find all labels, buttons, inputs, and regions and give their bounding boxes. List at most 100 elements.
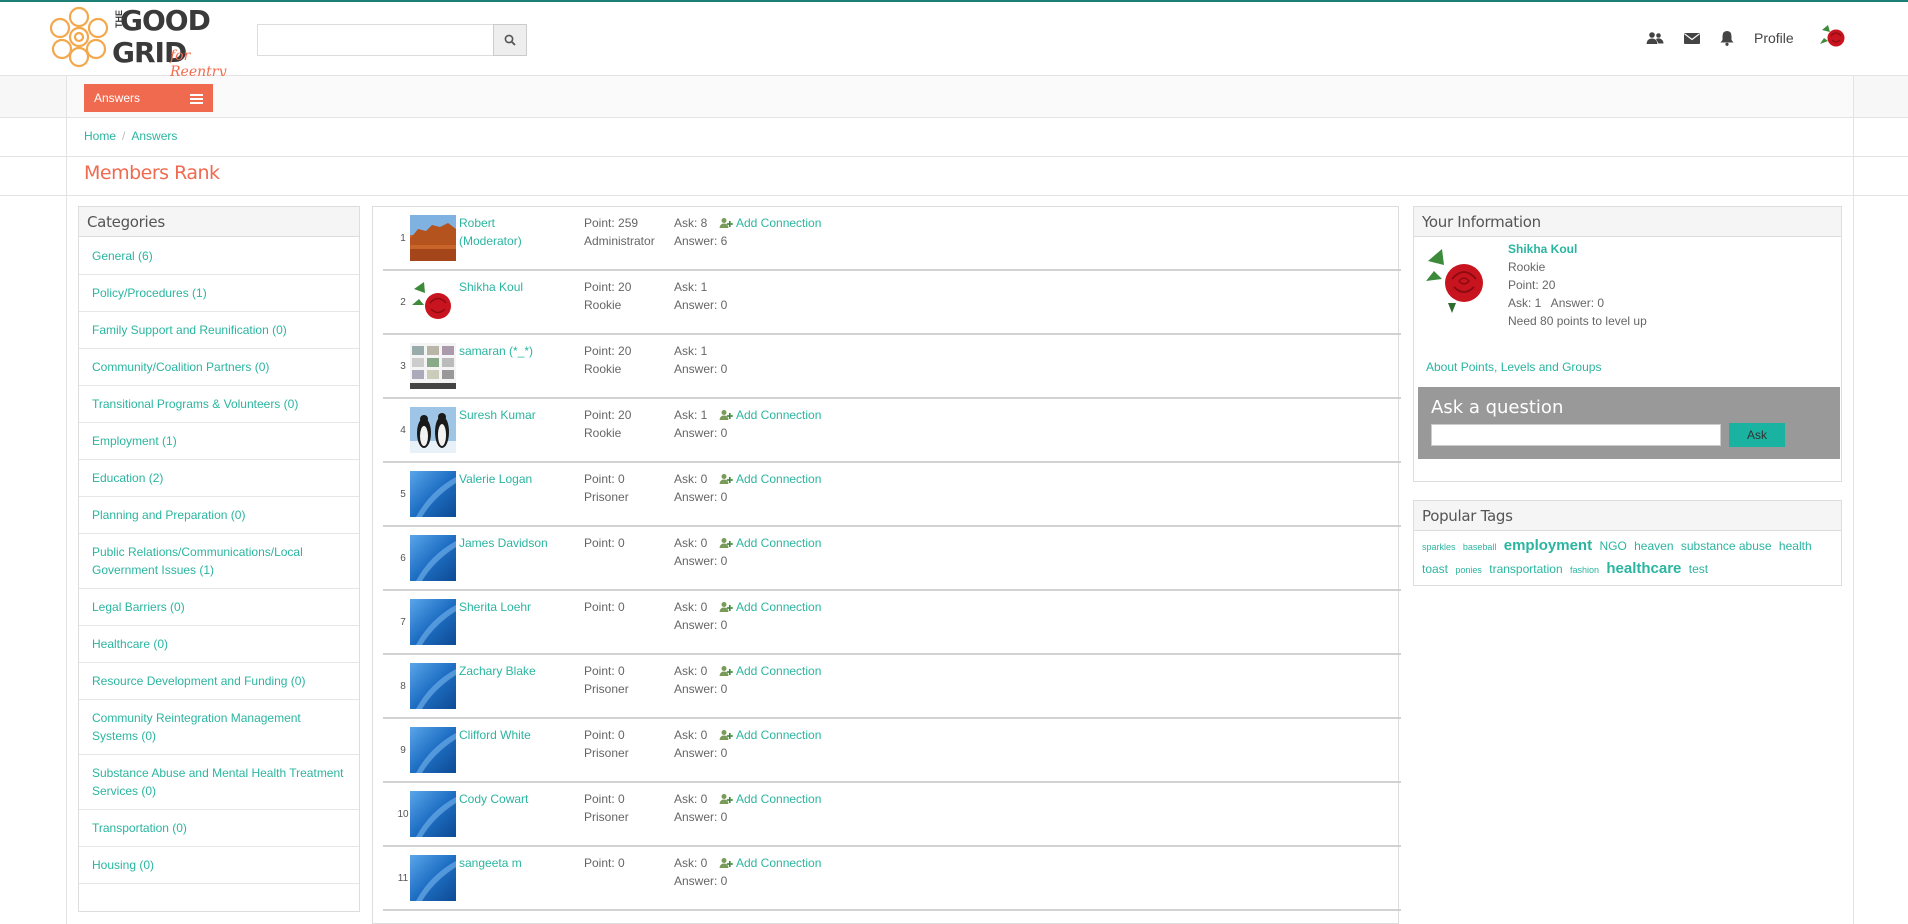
category-link[interactable]: Community Reintegration Management Syste… <box>92 709 346 745</box>
breadcrumb-answers[interactable]: Answers <box>131 129 177 143</box>
category-link[interactable]: Transportation (0) <box>92 819 187 837</box>
add-connection-button[interactable]: Add Connection <box>719 726 821 744</box>
member-name-link[interactable]: Cody Cowart <box>459 790 559 808</box>
category-link[interactable]: Planning and Preparation (0) <box>92 506 245 524</box>
member-name-link[interactable]: Robert (Moderator) <box>459 214 559 250</box>
category-item[interactable]: Substance Abuse and Mental Health Treatm… <box>79 755 359 810</box>
popular-tags-panel: Popular Tags sparkles baseball employmen… <box>1413 500 1842 586</box>
category-link[interactable]: Legal Barriers (0) <box>92 598 185 616</box>
search-input[interactable] <box>257 24 494 56</box>
member-avatar[interactable] <box>410 279 456 325</box>
category-link[interactable]: Education (2) <box>92 469 163 487</box>
category-item[interactable]: Housing (0) <box>79 847 359 884</box>
about-points-link[interactable]: About Points, Levels and Groups <box>1426 360 1601 374</box>
category-item[interactable]: Employment (1) <box>79 423 359 460</box>
member-avatar[interactable] <box>410 535 456 581</box>
user-avatar[interactable] <box>1818 22 1848 52</box>
member-avatar[interactable] <box>410 599 456 645</box>
category-link[interactable]: Transitional Programs & Volunteers (0) <box>92 395 298 413</box>
member-avatar[interactable] <box>410 855 456 901</box>
add-connection-button[interactable]: Add Connection <box>719 662 821 680</box>
member-name-link[interactable]: Sherita Loehr <box>459 598 559 616</box>
category-item[interactable]: Policy/Procedures (1) <box>79 275 359 312</box>
member-avatar[interactable] <box>410 727 456 773</box>
member-name-link[interactable]: Shikha Koul <box>459 278 559 296</box>
category-link[interactable]: Housing (0) <box>92 856 154 874</box>
member-level: Rookie <box>584 426 622 440</box>
tag-link[interactable]: toast <box>1422 562 1448 576</box>
member-avatar[interactable] <box>410 215 456 261</box>
member-ask-block: Ask: 1 Answer: 0 <box>674 278 727 314</box>
tag-link[interactable]: NGO <box>1599 539 1626 553</box>
site-logo[interactable]: THE GOOD GRID for Reentry <box>48 4 244 80</box>
category-item[interactable]: Transitional Programs & Volunteers (0) <box>79 386 359 423</box>
breadcrumb-home[interactable]: Home <box>84 129 116 143</box>
category-item[interactable]: Healthcare (0) <box>79 626 359 663</box>
ask-button[interactable]: Ask <box>1729 423 1785 447</box>
member-answers: Answer: 0 <box>674 490 728 504</box>
member-avatar[interactable] <box>410 471 456 517</box>
member-name-link[interactable]: Valerie Logan <box>459 470 559 488</box>
your-avatar[interactable] <box>1422 243 1492 313</box>
category-link[interactable]: Public Relations/Communications/Local Go… <box>92 543 346 579</box>
category-item[interactable]: Community/Coalition Partners (0) <box>79 349 359 386</box>
member-name-link[interactable]: James Davidson <box>459 534 559 552</box>
envelope-icon[interactable] <box>1683 30 1701 46</box>
ask-question-input[interactable] <box>1431 424 1721 446</box>
member-name-link[interactable]: samaran (*_*) <box>459 342 559 360</box>
category-item[interactable]: Planning and Preparation (0) <box>79 497 359 534</box>
add-connection-button[interactable]: Add Connection <box>719 406 821 424</box>
search-button[interactable] <box>493 24 527 56</box>
category-item[interactable]: Public Relations/Communications/Local Go… <box>79 534 359 589</box>
tag-link[interactable]: test <box>1689 562 1708 576</box>
bell-icon[interactable] <box>1718 30 1736 46</box>
tag-link[interactable]: sparkles <box>1422 542 1456 552</box>
answers-menu-button[interactable]: Answers <box>84 84 213 112</box>
member-name-link[interactable]: sangeeta m <box>459 854 559 872</box>
category-item[interactable]: General (6) <box>79 238 359 275</box>
member-avatar[interactable] <box>410 663 456 709</box>
category-item[interactable]: Community Reintegration Management Syste… <box>79 700 359 755</box>
add-connection-icon <box>719 730 733 740</box>
category-item[interactable]: Family Support and Reunification (0) <box>79 312 359 349</box>
category-item[interactable]: Resource Development and Funding (0) <box>79 663 359 700</box>
member-name-link[interactable]: Zachary Blake <box>459 662 559 680</box>
category-item[interactable]: Education (2) <box>79 460 359 497</box>
tag-link[interactable]: transportation <box>1489 562 1562 576</box>
add-connection-button[interactable]: Add Connection <box>719 214 821 232</box>
member-avatar[interactable] <box>410 407 456 453</box>
member-avatar[interactable] <box>410 791 456 837</box>
category-link[interactable]: General (6) <box>92 247 153 265</box>
member-name-link[interactable]: Clifford White <box>459 726 559 744</box>
tag-link[interactable]: ponies <box>1455 565 1482 575</box>
member-name-link[interactable]: Suresh Kumar <box>459 406 559 424</box>
category-item[interactable]: Transportation (0) <box>79 810 359 847</box>
tag-link[interactable]: heaven <box>1634 539 1673 553</box>
add-connection-button[interactable]: Add Connection <box>719 790 821 808</box>
category-item[interactable]: Legal Barriers (0) <box>79 589 359 626</box>
your-name[interactable]: Shikha Koul <box>1508 242 1577 256</box>
category-link[interactable]: Policy/Procedures (1) <box>92 284 207 302</box>
tag-link[interactable]: substance abuse <box>1681 539 1772 553</box>
tag-link[interactable]: health <box>1779 539 1812 553</box>
add-connection-label: Add Connection <box>736 472 822 486</box>
category-link[interactable]: Healthcare (0) <box>92 635 168 653</box>
add-connection-button[interactable]: Add Connection <box>719 598 821 616</box>
profile-link[interactable]: Profile <box>1754 30 1794 46</box>
category-link[interactable]: Substance Abuse and Mental Health Treatm… <box>92 764 346 800</box>
member-level: Prisoner <box>584 746 629 760</box>
tag-link[interactable]: baseball <box>1463 542 1497 552</box>
add-connection-button[interactable]: Add Connection <box>719 534 821 552</box>
tag-link[interactable]: employment <box>1504 537 1592 554</box>
tag-link[interactable]: healthcare <box>1606 560 1681 577</box>
add-connection-button[interactable]: Add Connection <box>719 854 821 872</box>
member-answers: Answer: 0 <box>674 426 728 440</box>
category-link[interactable]: Employment (1) <box>92 432 177 450</box>
member-avatar[interactable] <box>410 343 456 389</box>
category-link[interactable]: Family Support and Reunification (0) <box>92 321 287 339</box>
tag-link[interactable]: fashion <box>1570 565 1599 575</box>
users-icon[interactable] <box>1646 30 1664 46</box>
add-connection-button[interactable]: Add Connection <box>719 470 821 488</box>
category-link[interactable]: Resource Development and Funding (0) <box>92 672 305 690</box>
category-link[interactable]: Community/Coalition Partners (0) <box>92 358 269 376</box>
